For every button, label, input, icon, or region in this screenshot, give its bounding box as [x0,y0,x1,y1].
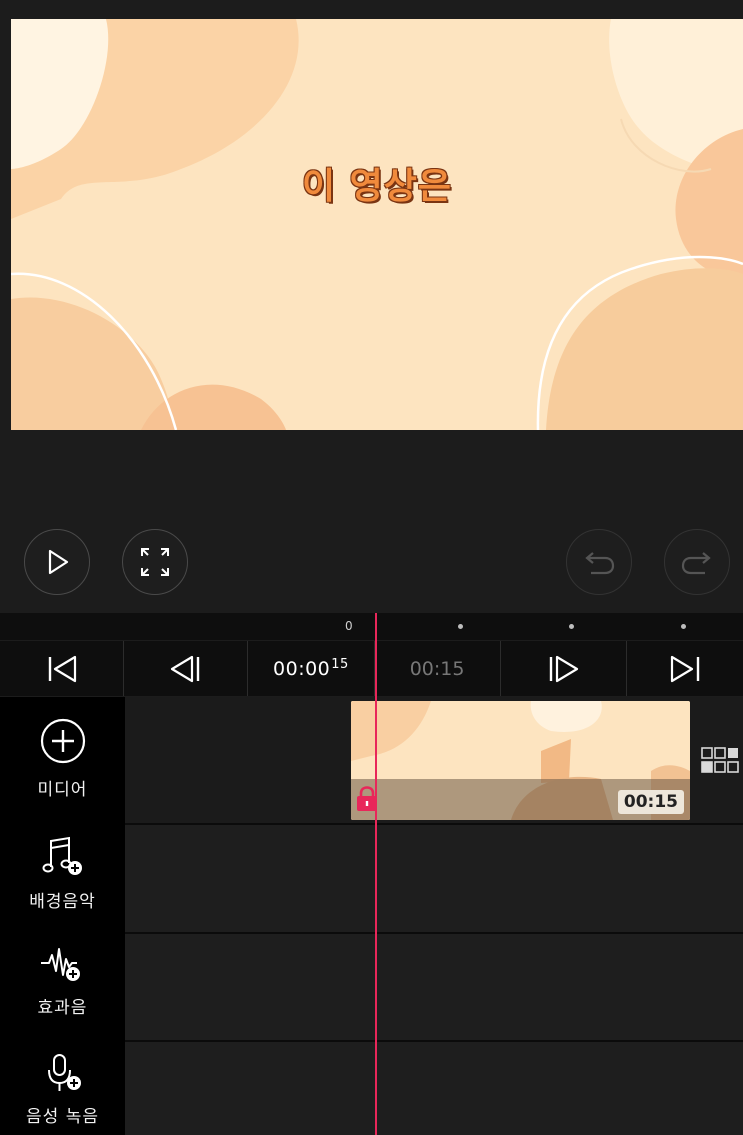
waveform-add-icon [40,948,80,981]
ruler-tick [458,624,463,629]
play-icon [48,549,69,575]
sidebar-item-voice-record[interactable]: 음성 녹음 [0,1052,125,1127]
track-sidebar: 미디어 배경음악 효과음 음성 녹음 [0,697,125,1135]
timeline-ruler[interactable]: 0 [0,613,743,640]
next-frame-button[interactable] [501,641,627,696]
sidebar-item-label: 음성 녹음 [26,1107,99,1127]
previous-frame-button[interactable] [124,641,249,696]
clip-duration-badge: 00:15 [617,790,684,814]
undo-button[interactable] [566,529,632,595]
video-preview: 이 영상은 [11,19,743,430]
next-frame-icon [550,655,579,682]
total-time: 00:15 [409,657,465,680]
previous-frame-icon [170,655,199,682]
grid-handle-icon[interactable] [701,747,743,775]
sidebar-item-bgm[interactable]: 배경음악 [0,835,125,912]
sound-effect-track[interactable] [125,934,743,1040]
play-button[interactable] [24,529,90,595]
ruler-tick [569,624,574,629]
preview-background [11,19,743,430]
skip-to-start-icon [48,655,76,682]
sidebar-item-label: 배경음악 [29,892,96,912]
current-time-value: 00:00 [273,658,331,680]
sidebar-item-media[interactable]: 미디어 [0,717,125,800]
current-time-frames: 15 [331,657,349,672]
skip-to-end-icon [670,655,700,682]
transport-bar: 00:0015 00:15 [0,641,743,696]
video-clip[interactable]: 00:15 [351,701,690,820]
add-circle-icon [40,718,85,764]
bgm-track[interactable] [125,825,743,932]
skip-to-start-button[interactable] [0,641,125,696]
microphone-add-icon [47,1054,81,1091]
preview-title-text: 이 영상은 [301,166,452,207]
ruler-zero-label: 0 [345,619,353,633]
current-time: 00:0015 [273,657,349,680]
music-note-add-icon [42,836,82,875]
redo-button[interactable] [664,529,730,595]
sidebar-item-label: 미디어 [37,780,88,800]
sidebar-item-label: 효과음 [37,998,88,1018]
redo-icon [681,552,711,575]
total-time-display: 00:15 [375,641,501,696]
skip-to-end-button[interactable] [627,641,743,696]
sidebar-item-sound-effect[interactable]: 효과음 [0,945,125,1018]
fullscreen-icon [141,548,169,576]
fullscreen-button[interactable] [122,529,188,595]
playhead[interactable] [375,613,377,1135]
undo-icon [585,552,615,575]
voice-track[interactable] [125,1042,743,1135]
current-time-display: 00:0015 [248,641,375,696]
ruler-tick [681,624,686,629]
